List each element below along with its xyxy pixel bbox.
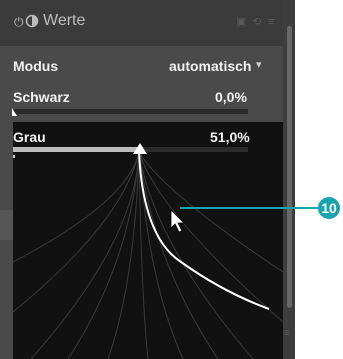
chevron-down-icon[interactable]: ▾ bbox=[256, 58, 262, 71]
schwarz-slider[interactable] bbox=[13, 109, 248, 114]
grau-tick-mark bbox=[13, 155, 15, 158]
reset-icon[interactable]: ⟲ bbox=[252, 15, 261, 29]
resize-grip-icon[interactable]: ≡ bbox=[284, 328, 290, 339]
schwarz-slider-marker[interactable] bbox=[12, 108, 18, 116]
schwarz-label: Schwarz bbox=[13, 89, 70, 105]
menu-icon[interactable]: ≡ bbox=[268, 15, 274, 29]
modus-value[interactable]: automatisch bbox=[169, 58, 251, 74]
scrollbar-thumb[interactable] bbox=[287, 26, 292, 308]
half-circle-icon[interactable] bbox=[25, 14, 39, 28]
modus-label: Modus bbox=[13, 58, 59, 74]
curve-graph[interactable] bbox=[13, 122, 283, 359]
grau-slider-fill[interactable] bbox=[13, 147, 140, 152]
werte-panel: ⏻ Werte ▣ ⟲ ≡ Modus automatisch ▾ Schwar… bbox=[0, 0, 295, 359]
presets-icon[interactable]: ▣ bbox=[236, 15, 246, 29]
callout-line bbox=[180, 207, 320, 209]
grau-label: Grau bbox=[13, 129, 46, 145]
grau-slider-track[interactable] bbox=[140, 147, 248, 152]
grau-slider-marker[interactable] bbox=[133, 143, 147, 154]
grau-value: 51,0% bbox=[210, 129, 250, 145]
mouse-cursor-icon bbox=[170, 209, 185, 233]
power-icon[interactable]: ⏻ bbox=[14, 15, 24, 29]
module-title: Werte bbox=[43, 12, 86, 29]
schwarz-value: 0,0% bbox=[215, 89, 247, 105]
module-header: ⏻ Werte ▣ ⟲ ≡ bbox=[0, 0, 283, 46]
curve-area[interactable] bbox=[13, 122, 283, 359]
callout-badge: 10 bbox=[318, 197, 340, 219]
left-edge-strip bbox=[0, 210, 13, 240]
